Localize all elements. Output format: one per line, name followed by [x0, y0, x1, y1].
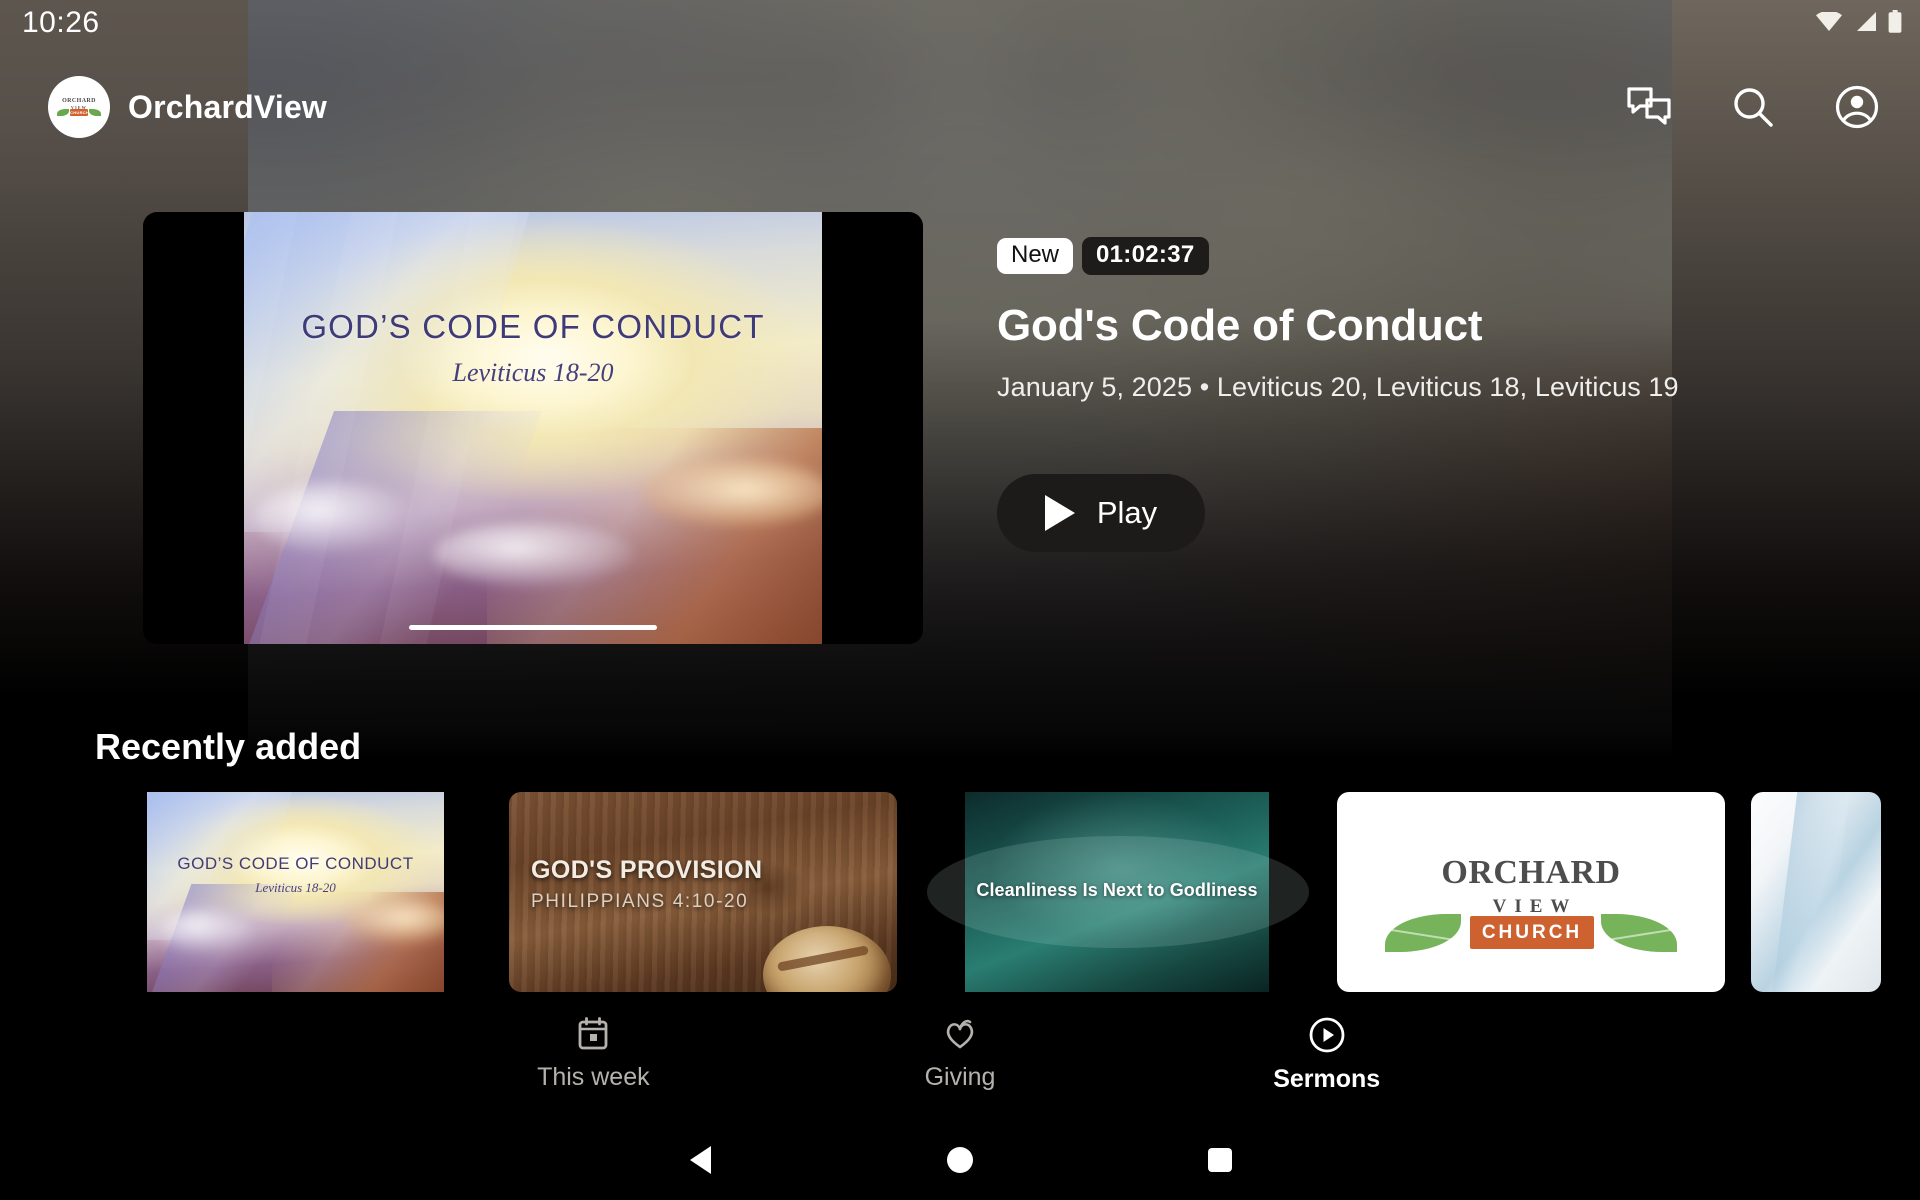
hero-artwork: GOD’S CODE OF CONDUCT Leviticus 18-20 [244, 212, 822, 644]
brand[interactable]: ORCHARD VIEW CHURCH OrchardView [48, 76, 327, 138]
list-item[interactable]: GOD'S PROVISION PHILIPPIANS 4:10-20 [509, 792, 897, 992]
card3-title: Cleanliness Is Next to Godliness [976, 880, 1258, 900]
app-root: GOD’S CODE OF CONDUCT Leviticus 18-20 10… [0, 0, 1920, 1200]
hero-details: New 01:02:37 God's Code of Conduct Janua… [997, 190, 1797, 552]
card2-title: GOD'S PROVISION [531, 856, 763, 884]
status-bar-icons [1816, 10, 1902, 33]
recently-added-carousel[interactable]: GOD’S CODE OF CONDUCT Leviticus 18-20 GO… [95, 792, 1881, 992]
back-button[interactable] [570, 1146, 830, 1174]
card1-reference: Leviticus 18-20 [255, 880, 336, 895]
hero-art-title: GOD’S CODE OF CONDUCT [301, 308, 765, 345]
home-button[interactable] [830, 1147, 1090, 1173]
card3-teal-background: Cleanliness Is Next to Godliness [927, 792, 1309, 992]
system-navigation-bar [0, 1120, 1920, 1200]
card-artwork: Cleanliness Is Next to Godliness [923, 792, 1311, 992]
avatar-church-band: CHURCH [70, 109, 90, 116]
giving-ribbon-icon [946, 1019, 974, 1049]
back-triangle-icon [689, 1146, 711, 1174]
avatar-leaf-left-icon [57, 109, 69, 116]
hero-title: God's Code of Conduct [997, 301, 1483, 350]
brand-name: OrchardView [128, 88, 328, 125]
list-item[interactable]: Cleanliness Is Next to Godliness [923, 792, 1311, 992]
app-bar: ORCHARD VIEW CHURCH OrchardView [0, 62, 1920, 162]
cellular-signal-icon [1857, 12, 1876, 31]
hero-art-reference: Leviticus 18-20 [452, 358, 614, 387]
card-artwork: GOD’S CODE OF CONDUCT Leviticus 18-20 [95, 792, 483, 992]
bottom-navigation: This week Giving Sermons [0, 990, 1920, 1120]
nav-item-this-week[interactable]: This week [410, 1016, 777, 1094]
list-item[interactable]: GOD’S CODE OF CONDUCT Leviticus 18-20 [95, 792, 483, 992]
list-item[interactable]: ORCHARD VIEW CHURCH [1337, 792, 1725, 992]
hero-section: GOD’S CODE OF CONDUCT Leviticus 18-20 Ne… [0, 190, 1920, 660]
search-icon[interactable] [1730, 84, 1776, 130]
card4-logo-line2: VIEW [1492, 896, 1578, 917]
card1-cloud-1 [157, 908, 257, 952]
hero-meta: January 5, 2025 • Leviticus 20, Leviticu… [997, 372, 1679, 402]
calendar-icon [578, 1017, 608, 1050]
hero-badges: New 01:02:37 [997, 237, 1797, 275]
nav-label-sermons: Sermons [1273, 1065, 1381, 1093]
hero-art-beams [244, 212, 822, 644]
recents-button[interactable] [1090, 1148, 1350, 1172]
app-bar-actions [1626, 84, 1880, 130]
card4-logo-band: CHURCH [1470, 916, 1594, 949]
card4-logo-line3: CHURCH [1481, 922, 1583, 943]
list-item[interactable] [1751, 792, 1881, 992]
section-title: Recently added [95, 726, 362, 767]
hero-thumbnail[interactable]: GOD’S CODE OF CONDUCT Leviticus 18-20 [143, 212, 923, 644]
card1-title: GOD’S CODE OF CONDUCT [177, 854, 414, 873]
avatar-leaf-right-icon [89, 109, 101, 116]
chat-bubbles-icon[interactable] [1626, 84, 1672, 130]
card1-art: GOD’S CODE OF CONDUCT Leviticus 18-20 [147, 792, 444, 992]
play-circle-icon [1309, 1017, 1345, 1053]
bottom-nav-row: This week Giving Sermons [410, 1016, 1510, 1094]
duration-badge: 01:02:37 [1082, 237, 1209, 275]
card-artwork [1751, 792, 1881, 992]
play-button[interactable]: Play [997, 474, 1205, 552]
nav-label-this-week: This week [537, 1063, 650, 1091]
card-artwork: ORCHARD VIEW CHURCH [1337, 792, 1725, 992]
status-bar-clock: 10:26 [22, 6, 100, 39]
card4-white-background [1337, 792, 1725, 992]
avatar-church-text: CHURCH [70, 110, 90, 115]
church-logo-avatar[interactable]: ORCHARD VIEW CHURCH [48, 76, 110, 138]
play-button-label: Play [1096, 495, 1158, 530]
card4-logo-line1: ORCHARD [1441, 854, 1621, 891]
card2-reference: PHILIPPIANS 4:10-20 [531, 891, 749, 912]
hero-progress-bar[interactable] [409, 625, 657, 630]
nav-item-giving[interactable]: Giving [777, 1016, 1144, 1094]
status-badge-new: New [997, 238, 1074, 274]
play-triangle-icon [1044, 495, 1075, 531]
card2-wheat-icon [773, 792, 897, 894]
wifi-icon [1816, 12, 1842, 31]
nav-label-giving: Giving [924, 1063, 996, 1091]
recents-square-icon [1208, 1148, 1232, 1172]
account-circle-icon[interactable] [1834, 84, 1880, 130]
nav-item-sermons[interactable]: Sermons [1143, 1016, 1510, 1094]
card1-cloud-2 [346, 898, 444, 942]
home-circle-icon [947, 1147, 973, 1173]
status-bar: 10:26 [0, 0, 1920, 50]
battery-icon [1888, 10, 1902, 33]
card-artwork: GOD'S PROVISION PHILIPPIANS 4:10-20 [509, 792, 897, 992]
avatar-orchard-text: ORCHARD [62, 98, 96, 104]
